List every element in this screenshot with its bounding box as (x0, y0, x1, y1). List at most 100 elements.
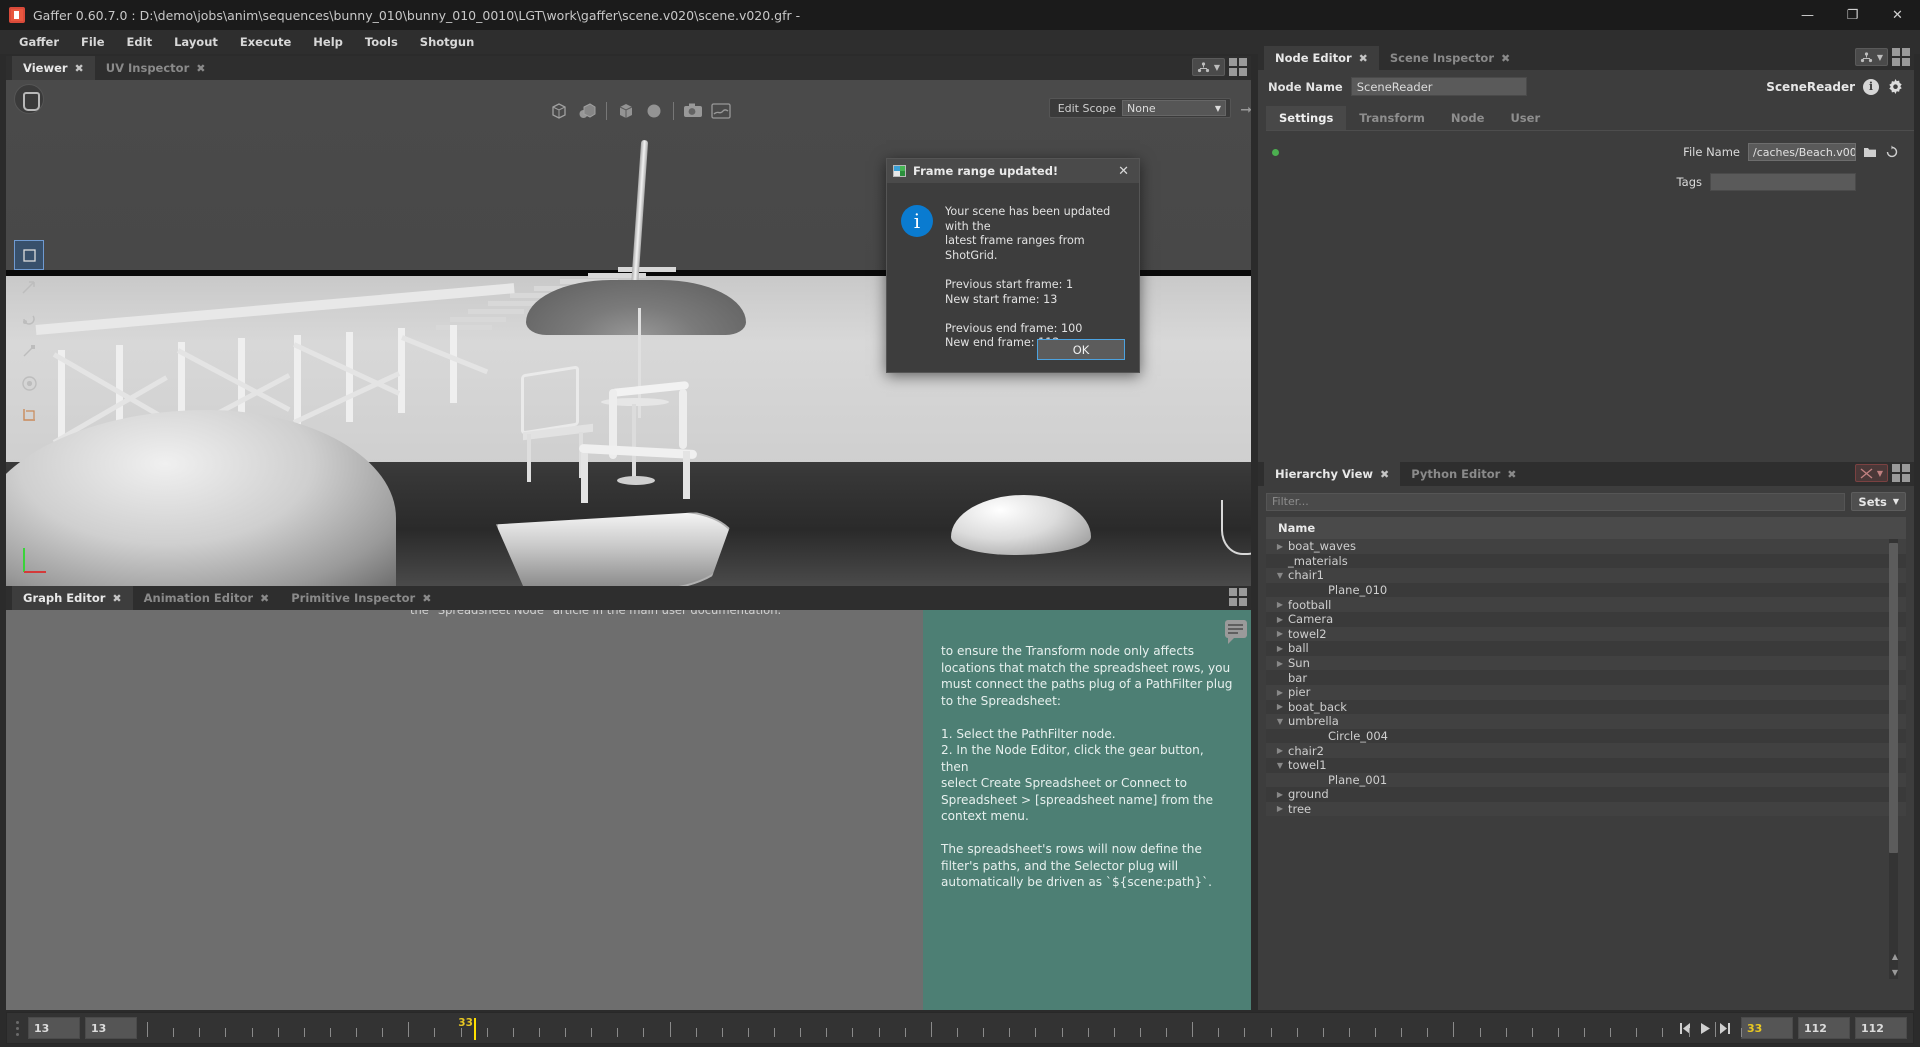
hierarchy-split-button[interactable] (1892, 464, 1910, 482)
hierarchy-scrollbar[interactable] (1889, 539, 1898, 979)
subtab-settings[interactable]: Settings (1266, 106, 1347, 130)
table-row[interactable]: ▶ boat_waves (1266, 539, 1906, 554)
chevron-down-icon[interactable]: ▼ (1214, 63, 1220, 72)
menu-help[interactable]: Help (302, 32, 354, 52)
playhead[interactable] (474, 1018, 477, 1040)
current-frame-field[interactable]: 33 (1741, 1017, 1793, 1039)
scale-tool-icon[interactable] (14, 336, 44, 366)
tab-scene-inspector[interactable]: Scene Inspector ✖ (1379, 46, 1521, 70)
dialog-close-icon[interactable]: ✕ (1114, 164, 1133, 179)
table-row[interactable]: ▶ pier (1266, 684, 1906, 700)
close-button[interactable]: ✕ (1875, 0, 1920, 30)
close-icon[interactable]: ✖ (75, 62, 84, 75)
chevron-right-icon[interactable]: ▶ (1274, 629, 1286, 638)
node-editor-pin-menu-button[interactable]: ▼ (1854, 48, 1888, 66)
chevron-right-icon[interactable]: ▶ (1274, 804, 1286, 813)
table-row[interactable]: ▶ football (1266, 597, 1906, 612)
viewer-split-button[interactable] (1229, 58, 1247, 76)
reload-icon[interactable] (1884, 144, 1900, 160)
table-row[interactable]: ▶ chair2 (1266, 743, 1906, 758)
menu-edit[interactable]: Edit (116, 32, 164, 52)
tree-column-header[interactable]: Name (1266, 517, 1906, 539)
close-icon[interactable]: ✖ (260, 592, 269, 605)
shaded-primitive-icon[interactable] (574, 99, 600, 123)
tab-hierarchy-view[interactable]: Hierarchy View ✖ (1264, 462, 1401, 486)
menu-shotgun[interactable]: Shotgun (409, 32, 485, 52)
tab-python-editor[interactable]: Python Editor ✖ (1400, 462, 1527, 486)
table-row[interactable]: ▶ ball (1266, 641, 1906, 656)
table-row[interactable]: ▶ boat_back (1266, 699, 1906, 715)
gear-icon[interactable] (1887, 78, 1904, 95)
tab-node-editor[interactable]: Node Editor ✖ (1264, 46, 1379, 70)
table-row[interactable]: _materials (1266, 553, 1906, 569)
table-row[interactable]: Plane_001 (1266, 772, 1906, 788)
hierarchy-scrollbar-thumb[interactable] (1889, 543, 1898, 853)
annotation-bubble-icon[interactable] (1225, 620, 1247, 644)
sets-dropdown-button[interactable]: Sets ▼ (1851, 492, 1906, 511)
camera-tool-icon[interactable] (14, 368, 44, 398)
table-row[interactable]: ▼ chair1 (1266, 568, 1906, 583)
table-row[interactable]: ▶ Sun (1266, 655, 1906, 671)
node-graph-canvas[interactable]: the "Spreadsheet Node" article in the ma… (6, 610, 1251, 1010)
chevron-right-icon[interactable]: ▶ (1274, 790, 1286, 799)
tab-uv-inspector[interactable]: UV Inspector ✖ (95, 56, 217, 80)
minimize-button[interactable]: — (1785, 0, 1830, 30)
table-row[interactable]: Plane_010 (1266, 582, 1906, 598)
close-icon[interactable]: ✖ (1507, 468, 1516, 481)
node-editor-split-button[interactable] (1892, 48, 1910, 66)
chevron-right-icon[interactable]: ▶ (1274, 688, 1286, 697)
end-frame-field[interactable]: 112 (1798, 1017, 1850, 1039)
table-row[interactable]: ▼ towel1 (1266, 757, 1906, 773)
dialog-ok-button[interactable]: OK (1037, 339, 1125, 360)
tab-viewer[interactable]: Viewer ✖ (12, 56, 95, 80)
tags-input[interactable] (1710, 173, 1856, 191)
close-icon[interactable]: ✖ (196, 62, 205, 75)
menu-gaffer[interactable]: Gaffer (8, 32, 70, 52)
timeline-drag-handle[interactable] (11, 1017, 23, 1039)
close-icon[interactable]: ✖ (1501, 52, 1510, 65)
scene-hierarchy-tree[interactable]: ▶ boat_waves _materials ▼ chair1 Plane_010 ▶ fo… (1266, 539, 1906, 979)
crop-tool-icon[interactable] (14, 400, 44, 430)
edit-scope-dropdown[interactable]: None ▼ (1122, 100, 1226, 116)
chevron-right-icon[interactable]: ▶ (1274, 702, 1286, 711)
table-row[interactable]: bar (1266, 670, 1906, 685)
select-tool-icon[interactable] (14, 240, 44, 270)
chevron-down-icon[interactable]: ▼ (1274, 761, 1286, 770)
tab-primitive-inspector[interactable]: Primitive Inspector ✖ (280, 586, 442, 610)
close-icon[interactable]: ✖ (1359, 52, 1368, 65)
close-icon[interactable]: ✖ (1380, 468, 1389, 481)
hierarchy-pin-menu-button[interactable]: ▼ (1854, 464, 1888, 482)
rotate-tool-icon[interactable] (14, 304, 44, 334)
table-row[interactable]: Circle_004 (1266, 728, 1906, 744)
end-frame-alt-field[interactable]: 112 (1855, 1017, 1907, 1039)
file-name-input[interactable]: /caches/Beach.v001.usd (1748, 143, 1856, 161)
menu-execute[interactable]: Execute (229, 32, 302, 52)
info-icon[interactable]: i (1863, 78, 1879, 95)
step-end-icon[interactable] (1718, 1020, 1732, 1036)
viewer-layout-menu-button[interactable]: ▼ (1191, 58, 1225, 76)
chevron-right-icon[interactable]: ▶ (1274, 659, 1286, 668)
chevron-down-icon[interactable]: ▼ (1877, 469, 1883, 478)
close-icon[interactable]: ✖ (112, 592, 121, 605)
subtab-user[interactable]: User (1497, 106, 1553, 130)
chevron-down-icon[interactable]: ▼ (1274, 717, 1286, 726)
start-frame-field[interactable]: 13 (28, 1017, 80, 1039)
step-start-icon[interactable] (1678, 1020, 1692, 1036)
camera-icon[interactable] (680, 99, 706, 123)
chevron-right-icon[interactable]: ▶ (1274, 615, 1286, 624)
node-name-input[interactable]: SceneReader (1350, 77, 1527, 96)
filter-input[interactable]: Filter... (1266, 492, 1846, 511)
plug-enabled-indicator[interactable] (1272, 148, 1279, 156)
translate-tool-icon[interactable] (14, 272, 44, 302)
sphere-icon[interactable] (641, 99, 667, 123)
viewer-pin-button[interactable] (14, 84, 44, 114)
chevron-right-icon[interactable]: ▶ (1274, 542, 1286, 551)
menu-tools[interactable]: Tools (354, 32, 409, 52)
subtab-node[interactable]: Node (1438, 106, 1498, 130)
table-row[interactable]: ▶ Camera (1266, 611, 1906, 627)
edit-scope-goto-icon[interactable]: ➞ (1240, 102, 1251, 118)
table-row[interactable]: ▶ towel2 (1266, 626, 1906, 642)
timeline-ruler[interactable]: 33 (143, 1013, 1742, 1043)
tab-animation-editor[interactable]: Animation Editor ✖ (133, 586, 281, 610)
chevron-right-icon[interactable]: ▶ (1274, 644, 1286, 653)
